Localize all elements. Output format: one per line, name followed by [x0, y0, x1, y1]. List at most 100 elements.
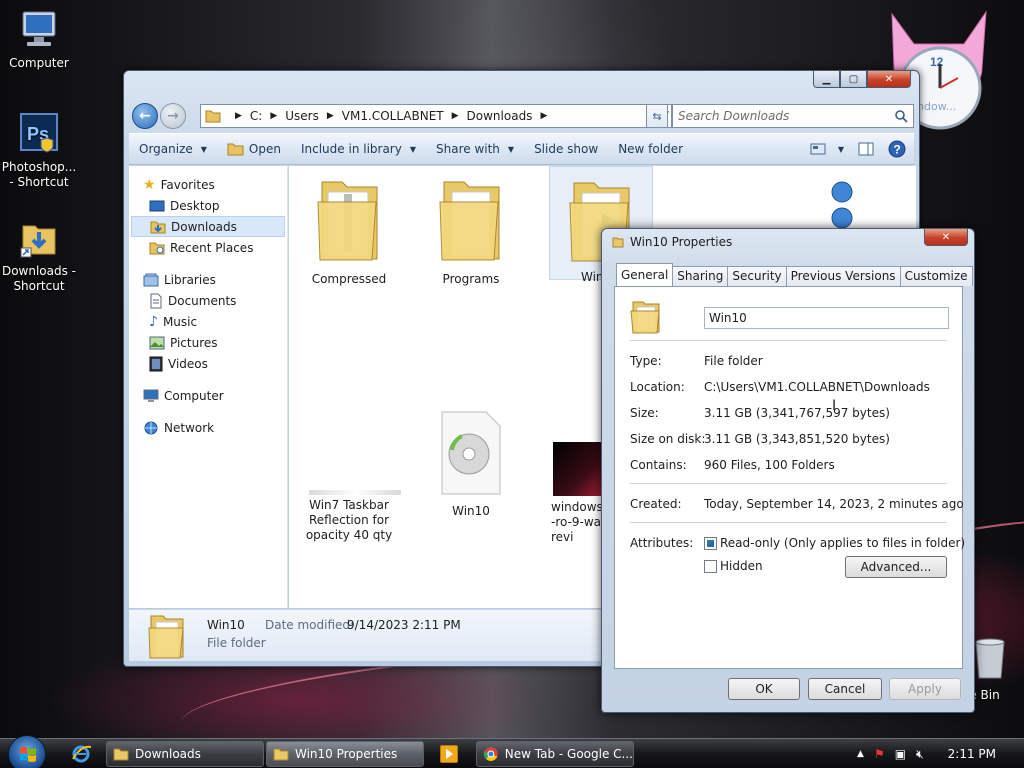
- chevron-down-icon: ▼: [507, 144, 515, 154]
- help-icon[interactable]: ?: [888, 140, 906, 158]
- minimize-button[interactable]: ▁: [813, 71, 840, 88]
- desktop-icon-downloads-shortcut[interactable]: Downloads - Shortcut: [0, 216, 78, 294]
- documents-icon: [150, 293, 162, 308]
- nav-documents[interactable]: Documents: [129, 290, 287, 311]
- tab-security[interactable]: Security: [727, 266, 787, 286]
- open-button[interactable]: Open: [217, 142, 291, 156]
- star-icon: ★: [143, 176, 156, 193]
- file-item-compressed[interactable]: Compressed: [289, 172, 409, 287]
- desktop-icon-photoshop-shortcut[interactable]: Ps Photoshop... - Shortcut: [0, 112, 78, 190]
- folder-icon: [205, 110, 221, 123]
- type-label: Type:: [630, 354, 662, 368]
- forward-button[interactable]: →: [160, 103, 186, 129]
- breadcrumb-users[interactable]: Users ▶: [285, 109, 342, 123]
- include-in-library-button[interactable]: Include in library ▼: [291, 142, 426, 156]
- nav-desktop[interactable]: Desktop: [129, 195, 287, 216]
- ok-button[interactable]: OK: [728, 678, 800, 700]
- nav-pictures[interactable]: Pictures: [129, 332, 287, 353]
- chevron-right-icon: ▶: [540, 111, 548, 121]
- nav-computer[interactable]: Computer: [129, 385, 287, 406]
- divider: [630, 340, 947, 341]
- properties-dialog[interactable]: Win10 Properties ✕ General Sharing Secur…: [601, 228, 975, 713]
- folder-name-input[interactable]: Win10: [704, 307, 949, 329]
- desktop-icon-label: Computer: [9, 56, 69, 70]
- file-item-win10-iso[interactable]: Win10: [411, 410, 531, 519]
- address-bar[interactable]: ▶ C:▶ Users▶ VM1.COLLABNET▶ Downloads▶ ▼: [200, 104, 672, 128]
- system-clock[interactable]: 2:11 PM: [948, 747, 996, 761]
- file-item-win7-taskbar-reflection[interactable]: [289, 334, 409, 500]
- tab-label: General: [621, 268, 669, 282]
- refresh-button[interactable]: ⇆: [646, 104, 668, 128]
- desktop-icon-computer[interactable]: Computer: [0, 8, 78, 71]
- taskbar-item-win10-properties[interactable]: Win10 Properties: [266, 741, 424, 767]
- breadcrumb-c[interactable]: C: ▶: [250, 109, 285, 123]
- file-item-programs[interactable]: Programs: [411, 172, 531, 287]
- new-folder-button[interactable]: New folder: [608, 142, 693, 156]
- nav-videos[interactable]: Videos: [129, 353, 287, 374]
- tab-label: Previous Versions: [790, 269, 896, 283]
- folder-icon: [630, 301, 660, 334]
- nav-favorites[interactable]: ★ Favorites: [129, 174, 287, 195]
- cancel-button[interactable]: Cancel: [808, 678, 882, 700]
- taskbar-item-downloads[interactable]: Downloads: [106, 741, 264, 767]
- action-center-icon[interactable]: ⚑: [874, 747, 885, 761]
- breadcrumb-label: VM1.COLLABNET: [341, 109, 444, 123]
- folder-icon: [148, 615, 184, 659]
- breadcrumb-vm1[interactable]: VM1.COLLABNET ▶: [342, 109, 467, 123]
- volume-muted-icon[interactable]: 🔇︎: [916, 747, 924, 762]
- change-view-button[interactable]: ▼: [810, 143, 844, 155]
- preview-pane-icon[interactable]: [858, 142, 874, 156]
- tab-previous-versions[interactable]: Previous Versions: [785, 266, 901, 286]
- tab-customize[interactable]: Customize: [899, 266, 973, 286]
- nav-label: Documents: [168, 293, 237, 308]
- file-item-partial-icons[interactable]: [829, 180, 855, 233]
- hidden-checkbox[interactable]: [704, 560, 717, 573]
- apply-button[interactable]: Apply: [889, 678, 961, 700]
- system-tray: ▲ ⚑ ▣ 🔇︎ 2:11 PM: [857, 739, 1024, 768]
- taskbar-item-label: New Tab - Google C...: [504, 747, 633, 761]
- dialog-title-text: Win10 Properties: [630, 235, 733, 249]
- zip-folder-icon: [317, 181, 378, 261]
- nav-label: Desktop: [170, 198, 220, 213]
- back-button[interactable]: ←: [132, 103, 158, 129]
- network-status-icon[interactable]: ▣: [895, 747, 906, 761]
- advanced-button[interactable]: Advanced...: [845, 556, 947, 578]
- new-folder-label: New folder: [618, 142, 684, 156]
- maximize-button[interactable]: ▢: [840, 71, 867, 88]
- breadcrumb-downloads[interactable]: Downloads ▶: [467, 109, 556, 123]
- nav-music[interactable]: ♪ Music: [129, 311, 287, 332]
- advanced-button-label: Advanced...: [860, 560, 932, 574]
- quicklaunch-ie[interactable]: [70, 743, 92, 768]
- start-button[interactable]: [8, 735, 46, 768]
- search-input[interactable]: Search Downloads: [672, 104, 914, 128]
- nav-network[interactable]: Network: [129, 417, 287, 438]
- organize-button[interactable]: Organize ▼: [129, 142, 217, 156]
- clock-gadget-text: indow...: [914, 100, 957, 113]
- tab-general[interactable]: General: [616, 263, 674, 286]
- nav-recent-places[interactable]: Recent Places: [129, 237, 287, 258]
- search-placeholder: Search Downloads: [678, 109, 790, 123]
- music-note-icon: ♪: [149, 313, 158, 330]
- taskbar-item-chrome[interactable]: New Tab - Google C...: [476, 741, 634, 767]
- slide-show-button[interactable]: Slide show: [524, 142, 608, 156]
- nav-libraries[interactable]: Libraries: [129, 269, 287, 290]
- network-icon: [144, 421, 158, 434]
- share-with-button[interactable]: Share with ▼: [426, 142, 524, 156]
- readonly-checkbox[interactable]: [704, 537, 717, 550]
- show-hidden-icons-button[interactable]: ▲: [857, 749, 864, 759]
- svg-text:?: ?: [894, 143, 901, 157]
- ok-label: OK: [755, 682, 773, 696]
- close-button[interactable]: ✕: [867, 71, 911, 88]
- general-tab-panel: Win10 Type: File folder Location: C:\Use…: [614, 286, 965, 669]
- downloads-folder-icon: [20, 225, 56, 258]
- file-item-win7-taskbar-label[interactable]: Win7 Taskbar Reflection for opacity 40 q…: [289, 498, 409, 543]
- dialog-close-button[interactable]: ✕: [924, 229, 968, 246]
- taskbar-media-player[interactable]: [440, 745, 458, 763]
- apply-label: Apply: [908, 682, 942, 696]
- folder-icon: [612, 237, 624, 248]
- tab-label: Security: [732, 269, 782, 283]
- location-value: C:\Users\VM1.COLLABNET\Downloads: [704, 380, 930, 394]
- tab-sharing[interactable]: Sharing: [672, 266, 729, 286]
- nav-downloads[interactable]: Downloads: [131, 216, 285, 237]
- share-with-label: Share with: [436, 142, 500, 156]
